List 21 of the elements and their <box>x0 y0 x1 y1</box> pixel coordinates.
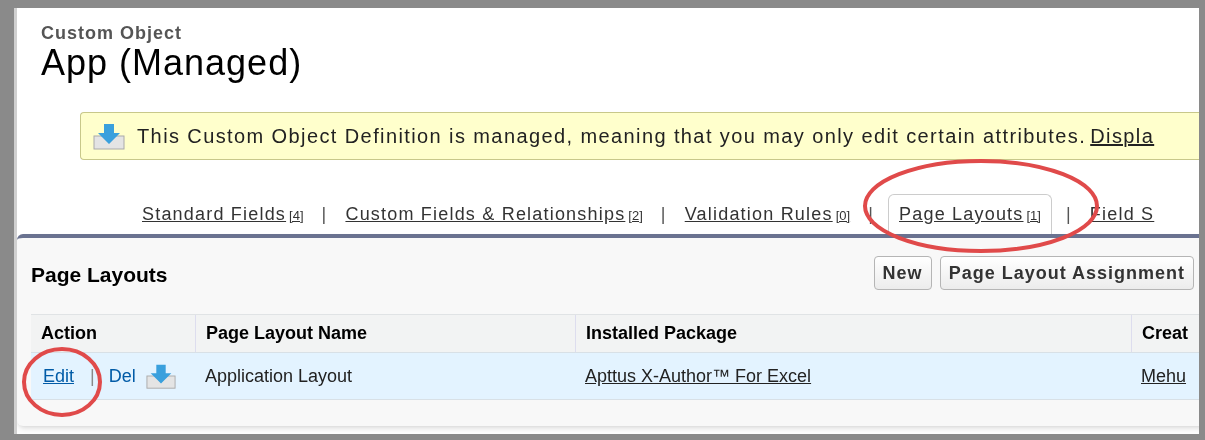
panel-button[interactable]: Page Layout Assignment <box>939 256 1194 290</box>
link-separator: | <box>90 364 95 388</box>
delete-link[interactable]: Del <box>108 362 136 390</box>
column-header: Action <box>40 322 98 345</box>
tab[interactable]: Standard Fields [4] <box>138 201 308 234</box>
tab[interactable]: Validation Rules [0] <box>680 201 855 234</box>
table-cell-text: Application Layout <box>205 364 353 388</box>
tab-separator: | <box>1064 203 1073 226</box>
edit-link[interactable]: Edit <box>43 362 75 390</box>
banner-message: This Custom Object Definition is managed, meaning that you may only edit certain attributes. <box>137 124 1087 149</box>
tab-separator: | <box>320 203 329 226</box>
panel-title: Page Layouts <box>31 261 168 288</box>
banner-link[interactable]: Displa <box>1090 121 1155 151</box>
tab[interactable]: Page Layouts [1] <box>888 194 1052 234</box>
page-title: App (Managed) <box>41 43 304 83</box>
panel-button[interactable]: New <box>873 256 932 290</box>
object-type-label: Custom Object <box>41 23 183 43</box>
package-link[interactable]: Apttus X-Author™ For Excel <box>585 362 812 390</box>
tab-separator: | <box>659 203 668 226</box>
user-link[interactable]: Mehu <box>1141 362 1187 390</box>
tab[interactable]: Custom Fields & Relationships [2] <box>341 201 647 234</box>
